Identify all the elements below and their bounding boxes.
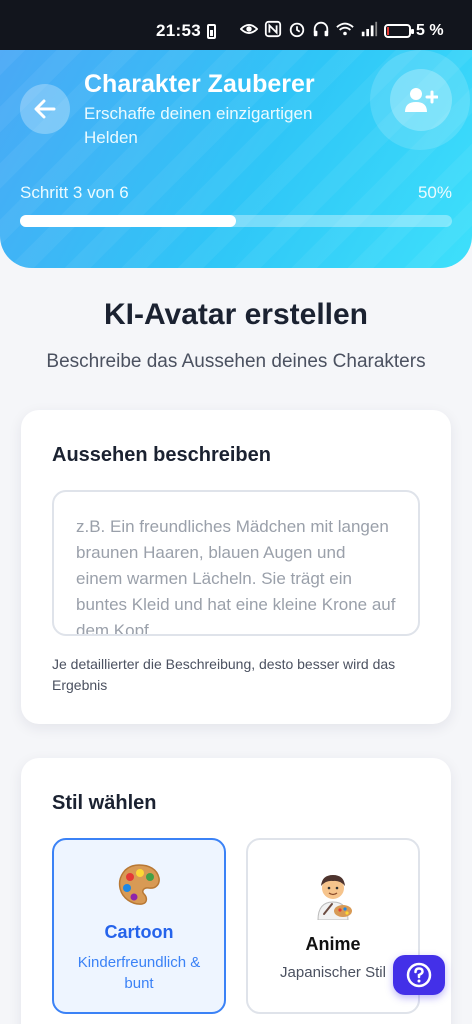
- page-subtitle: Beschreibe das Aussehen deines Charakter…: [46, 351, 426, 372]
- appearance-placeholder: z.B. Ein freundliches Mädchen mit langen…: [76, 517, 396, 636]
- progress-fill: [20, 215, 236, 227]
- artist-icon: [317, 875, 352, 920]
- step-label: Schritt 3 von 6: [20, 183, 129, 202]
- status-icons: [240, 20, 378, 38]
- appearance-description-input[interactable]: z.B. Ein freundliches Mädchen mit langen…: [52, 490, 420, 636]
- style-title: Stil wählen: [52, 792, 157, 814]
- wizard-header: Charakter Zauberer Erschaffe deinen einz…: [0, 50, 472, 268]
- status-time: 21:53: [156, 21, 201, 40]
- add-user-button[interactable]: [390, 69, 452, 131]
- signal-icon: [361, 21, 378, 37]
- progress-percent: 50%: [417, 183, 452, 202]
- help-icon: [406, 962, 432, 988]
- style-card: Stil wählen Cartoon Kinderfreundlich & b…: [21, 758, 451, 1024]
- wifi-icon: [336, 22, 354, 36]
- progress-bar: [20, 215, 452, 227]
- battery-percent: 5 %: [416, 22, 444, 39]
- appearance-title: Aussehen beschreiben: [52, 444, 271, 466]
- back-button[interactable]: [20, 84, 70, 134]
- style-option-description: Kinderfreundlich & bunt: [77, 954, 201, 992]
- add-user-icon: [405, 88, 438, 112]
- nfc-icon: [264, 20, 282, 38]
- eye-icon: [240, 24, 258, 34]
- style-option-name: Anime: [305, 934, 361, 954]
- alarm-icon: [289, 22, 305, 38]
- page-title: KI-Avatar erstellen: [104, 298, 368, 331]
- status-bar: 21:53 5 %: [0, 0, 472, 50]
- battery-icon: [384, 24, 414, 38]
- appearance-card: Aussehen beschreiben z.B. Ein freundlich…: [21, 410, 451, 724]
- help-button[interactable]: [393, 955, 445, 995]
- arrow-left-icon: [34, 99, 56, 119]
- appearance-hint: Je detaillierter die Beschreibung, desto…: [52, 656, 396, 693]
- palette-icon: [118, 864, 160, 905]
- header-subtitle: Erschaffe deinen einzigartigen Helden: [84, 104, 313, 147]
- headphones-icon: [313, 21, 329, 37]
- header-title: Charakter Zauberer: [84, 70, 315, 98]
- style-option-cartoon[interactable]: Cartoon Kinderfreundlich & bunt: [52, 838, 226, 1014]
- battery-saver-icon: [207, 24, 216, 39]
- style-option-name: Cartoon: [104, 922, 174, 942]
